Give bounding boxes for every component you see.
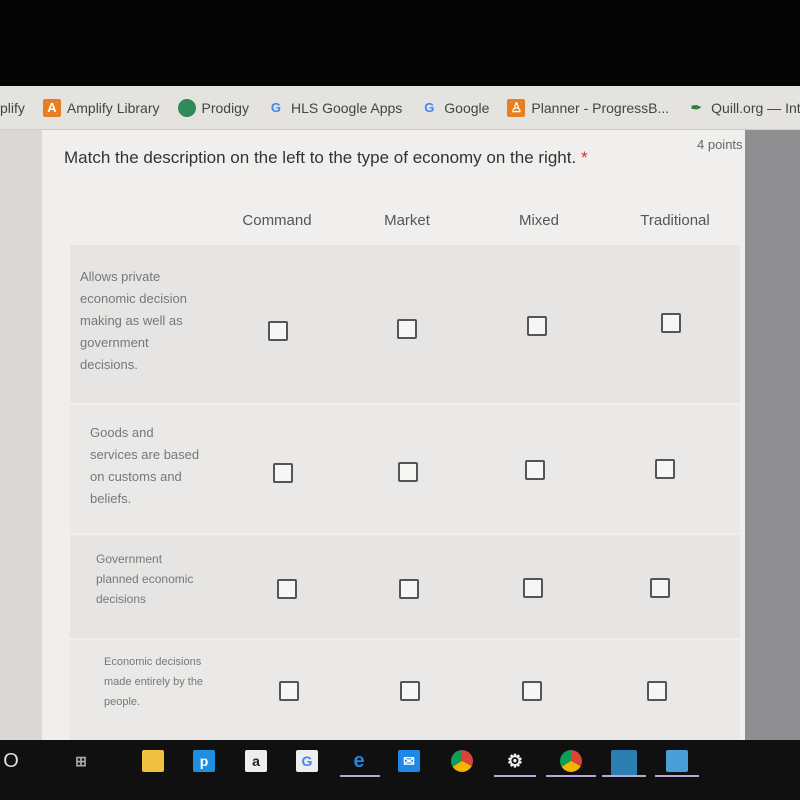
checkbox-row4-traditional[interactable] (647, 681, 667, 701)
active-indicator (546, 775, 596, 777)
checkbox-row2-command[interactable] (273, 463, 293, 483)
column-header-mixed: Mixed (518, 212, 559, 229)
row-label: Goods and services are based on customs … (90, 425, 200, 506)
bookmark-quill[interactable]: ✒ Quill.org — Inte (687, 99, 800, 117)
taskbar: O ⊞ p a G e ✉ ⚙ (0, 740, 800, 800)
checkbox-row3-mixed[interactable] (523, 578, 543, 598)
bookmarks-bar: plify A Amplify Library Prodigy G HLS Goog… (0, 86, 800, 130)
checkbox-row3-market[interactable] (399, 579, 419, 599)
checkbox-row1-command[interactable] (268, 321, 288, 341)
bookmark-amplify-library[interactable]: A Amplify Library (42, 98, 160, 117)
app-icon-2[interactable] (666, 750, 688, 772)
bookmark-prodigy[interactable]: Prodigy (177, 98, 249, 117)
active-indicator (340, 775, 380, 777)
scroll-area (745, 130, 800, 740)
row-label: Economic decisions made entirely by the … (104, 656, 204, 708)
app-icon[interactable] (611, 750, 637, 776)
chrome-user-icon[interactable] (560, 750, 582, 772)
row-label: Government planned economic decisions (96, 552, 194, 606)
planner-icon: ♙ (507, 98, 526, 117)
required-mark: * (580, 148, 588, 167)
checkbox-row1-traditional[interactable] (661, 313, 681, 333)
amplify-library-icon: A (42, 98, 61, 117)
chrome-icon[interactable] (451, 750, 473, 772)
google-icon: G (270, 100, 282, 115)
screen-bezel (0, 0, 800, 86)
bookmark-google[interactable]: G Google (420, 99, 489, 117)
question-title: Match the description on the left to the… (64, 148, 588, 167)
task-view-icon[interactable]: ⊞ (70, 750, 92, 772)
checkbox-row4-mixed[interactable] (522, 681, 542, 701)
bookmark-planner[interactable]: ♙ Planner - ProgressB... (507, 98, 669, 117)
checkbox-row1-mixed[interactable] (527, 316, 547, 336)
amazon-icon[interactable]: a (245, 750, 267, 772)
google-icon: G (424, 100, 435, 115)
checkbox-row4-command[interactable] (279, 681, 299, 701)
checkbox-row3-traditional[interactable] (650, 578, 670, 598)
file-explorer-icon[interactable] (142, 750, 164, 772)
checkbox-row2-market[interactable] (398, 462, 418, 482)
settings-icon[interactable]: ⚙ (504, 750, 526, 772)
checkbox-row1-market[interactable] (397, 319, 417, 339)
bookmark-hls-google-apps[interactable]: G HLS Google Apps (267, 99, 402, 117)
checkbox-row4-market[interactable] (400, 681, 420, 701)
active-indicator (494, 775, 536, 777)
active-indicator (655, 775, 699, 777)
column-header-market: Market (384, 212, 430, 229)
checkbox-row3-command[interactable] (277, 579, 297, 599)
quill-icon: ✒ (690, 99, 702, 115)
google-icon[interactable]: G (296, 750, 318, 772)
active-indicator (602, 775, 646, 777)
question-points: 4 points (697, 137, 743, 152)
prodigy-icon (177, 98, 196, 117)
checkbox-row2-mixed[interactable] (525, 460, 545, 480)
edge-icon[interactable]: e (348, 750, 370, 772)
bookmark-amplify[interactable]: plify (0, 100, 25, 116)
row-label: Allows private economic decision making … (80, 269, 187, 372)
pandora-icon[interactable]: p (193, 750, 215, 772)
column-header-command: Command (242, 212, 312, 229)
checkbox-row2-traditional[interactable] (655, 459, 675, 479)
mail-icon[interactable]: ✉ (398, 750, 420, 772)
column-header-traditional: Traditional (640, 212, 710, 229)
cortana-icon[interactable]: O (0, 750, 22, 772)
